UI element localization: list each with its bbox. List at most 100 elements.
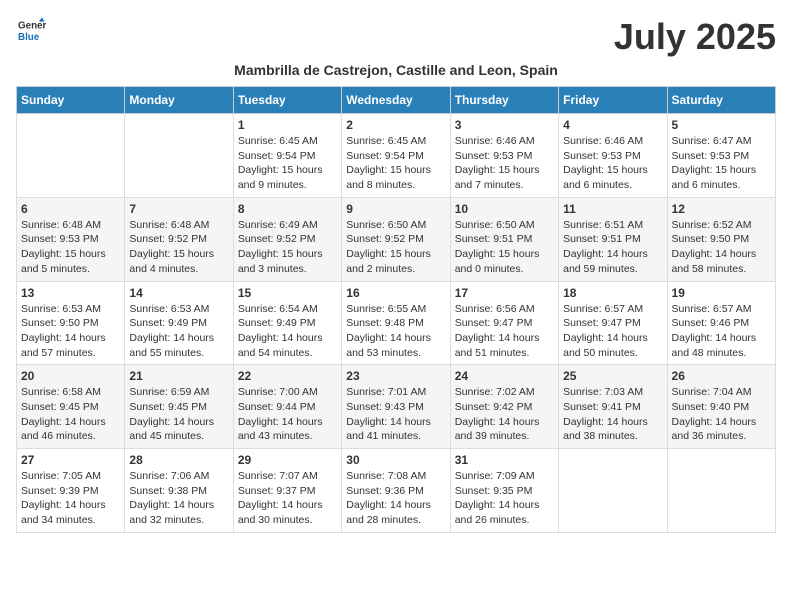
day-number: 12 [672, 202, 771, 216]
calendar-cell: 14 Sunrise: 6:53 AM Sunset: 9:49 PM Dayli… [125, 281, 233, 365]
calendar-week-3: 13Sunrise: 6:53 AM Sunset: 9:50 PM Dayli… [17, 281, 776, 365]
logo-icon: General Blue [18, 16, 46, 44]
calendar-cell [667, 449, 775, 533]
day-number: 5 [672, 118, 771, 132]
calendar-cell: 20 Sunrise: 6:58 AM Sunset: 9:45 PM Dayli… [17, 365, 125, 449]
calendar-cell [125, 114, 233, 198]
day-number: 18 [563, 286, 662, 300]
day-info: Sunrise: 7:05 AM Sunset: 9:39 PM Dayligh… [21, 469, 120, 528]
day-info: Sunrise: 6:57 AM Sunset: 9:46 PM Dayligh… [672, 302, 771, 361]
calendar-cell: 29 Sunrise: 7:07 AM Sunset: 9:37 PM Dayli… [233, 449, 341, 533]
calendar-cell: 23Sunrise: 7:01 AM Sunset: 9:43 PM Dayli… [342, 365, 450, 449]
day-number: 21 [129, 369, 228, 383]
day-info: Sunrise: 6:55 AM Sunset: 9:48 PM Dayligh… [346, 302, 445, 361]
day-info: Sunrise: 6:56 AM Sunset: 9:47 PM Dayligh… [455, 302, 554, 361]
calendar-cell: 5 Sunrise: 6:47 AM Sunset: 9:53 PM Daylig… [667, 114, 775, 198]
calendar-cell: 4 Sunrise: 6:46 AM Sunset: 9:53 PM Daylig… [559, 114, 667, 198]
calendar-cell [17, 114, 125, 198]
day-info: Sunrise: 7:06 AM Sunset: 9:38 PM Dayligh… [129, 469, 228, 528]
calendar-cell: 12 Sunrise: 6:52 AM Sunset: 9:50 PM Dayli… [667, 197, 775, 281]
day-number: 26 [672, 369, 771, 383]
calendar-cell: 3 Sunrise: 6:46 AM Sunset: 9:53 PM Daylig… [450, 114, 558, 198]
calendar-cell: 7 Sunrise: 6:48 AM Sunset: 9:52 PM Daylig… [125, 197, 233, 281]
day-number: 25 [563, 369, 662, 383]
day-info: Sunrise: 7:02 AM Sunset: 9:42 PM Dayligh… [455, 385, 554, 444]
day-info: Sunrise: 6:45 AM Sunset: 9:54 PM Dayligh… [238, 134, 337, 193]
day-number: 22 [238, 369, 337, 383]
calendar-cell: 8 Sunrise: 6:49 AM Sunset: 9:52 PM Daylig… [233, 197, 341, 281]
day-info: Sunrise: 6:46 AM Sunset: 9:53 PM Dayligh… [563, 134, 662, 193]
day-number: 29 [238, 453, 337, 467]
calendar-week-2: 6 Sunrise: 6:48 AM Sunset: 9:53 PM Daylig… [17, 197, 776, 281]
day-info: Sunrise: 6:53 AM Sunset: 9:50 PM Dayligh… [21, 302, 120, 361]
day-number: 14 [129, 286, 228, 300]
day-number: 19 [672, 286, 771, 300]
day-header-tuesday: Tuesday [233, 87, 341, 114]
day-info: Sunrise: 6:49 AM Sunset: 9:52 PM Dayligh… [238, 218, 337, 277]
day-info: Sunrise: 6:46 AM Sunset: 9:53 PM Dayligh… [455, 134, 554, 193]
calendar-cell: 26 Sunrise: 7:04 AM Sunset: 9:40 PM Dayli… [667, 365, 775, 449]
calendar-week-4: 20 Sunrise: 6:58 AM Sunset: 9:45 PM Dayli… [17, 365, 776, 449]
day-info: Sunrise: 6:50 AM Sunset: 9:51 PM Dayligh… [455, 218, 554, 277]
calendar-cell: 11Sunrise: 6:51 AM Sunset: 9:51 PM Dayli… [559, 197, 667, 281]
day-info: Sunrise: 6:58 AM Sunset: 9:45 PM Dayligh… [21, 385, 120, 444]
day-header-sunday: Sunday [17, 87, 125, 114]
day-number: 31 [455, 453, 554, 467]
calendar-header-row: SundayMondayTuesdayWednesdayThursdayFrid… [17, 87, 776, 114]
logo: General Blue [16, 16, 46, 49]
calendar-week-1: 1 Sunrise: 6:45 AM Sunset: 9:54 PM Daylig… [17, 114, 776, 198]
day-header-wednesday: Wednesday [342, 87, 450, 114]
day-info: Sunrise: 7:01 AM Sunset: 9:43 PM Dayligh… [346, 385, 445, 444]
calendar-table: SundayMondayTuesdayWednesdayThursdayFrid… [16, 86, 776, 533]
day-info: Sunrise: 7:03 AM Sunset: 9:41 PM Dayligh… [563, 385, 662, 444]
day-info: Sunrise: 7:00 AM Sunset: 9:44 PM Dayligh… [238, 385, 337, 444]
calendar-cell: 30Sunrise: 7:08 AM Sunset: 9:36 PM Dayli… [342, 449, 450, 533]
calendar-cell: 21 Sunrise: 6:59 AM Sunset: 9:45 PM Dayli… [125, 365, 233, 449]
day-info: Sunrise: 6:52 AM Sunset: 9:50 PM Dayligh… [672, 218, 771, 277]
calendar-cell: 19 Sunrise: 6:57 AM Sunset: 9:46 PM Dayli… [667, 281, 775, 365]
day-info: Sunrise: 7:04 AM Sunset: 9:40 PM Dayligh… [672, 385, 771, 444]
calendar-cell: 2 Sunrise: 6:45 AM Sunset: 9:54 PM Daylig… [342, 114, 450, 198]
calendar-cell: 15Sunrise: 6:54 AM Sunset: 9:49 PM Dayli… [233, 281, 341, 365]
day-number: 9 [346, 202, 445, 216]
day-info: Sunrise: 6:47 AM Sunset: 9:53 PM Dayligh… [672, 134, 771, 193]
day-number: 11 [563, 202, 662, 216]
calendar-cell: 9 Sunrise: 6:50 AM Sunset: 9:52 PM Daylig… [342, 197, 450, 281]
svg-text:General: General [18, 21, 46, 32]
calendar-cell: 1 Sunrise: 6:45 AM Sunset: 9:54 PM Daylig… [233, 114, 341, 198]
calendar-subtitle: Mambrilla de Castrejon, Castille and Leo… [16, 62, 776, 78]
day-header-saturday: Saturday [667, 87, 775, 114]
day-number: 7 [129, 202, 228, 216]
day-number: 1 [238, 118, 337, 132]
day-info: Sunrise: 6:59 AM Sunset: 9:45 PM Dayligh… [129, 385, 228, 444]
day-number: 4 [563, 118, 662, 132]
day-info: Sunrise: 6:45 AM Sunset: 9:54 PM Dayligh… [346, 134, 445, 193]
calendar-body: 1 Sunrise: 6:45 AM Sunset: 9:54 PM Daylig… [17, 114, 776, 533]
calendar-week-5: 27 Sunrise: 7:05 AM Sunset: 9:39 PM Dayli… [17, 449, 776, 533]
header: General Blue July 2025 [16, 16, 776, 58]
calendar-cell: 13Sunrise: 6:53 AM Sunset: 9:50 PM Dayli… [17, 281, 125, 365]
calendar-cell: 31Sunrise: 7:09 AM Sunset: 9:35 PM Dayli… [450, 449, 558, 533]
calendar-cell: 17 Sunrise: 6:56 AM Sunset: 9:47 PM Dayli… [450, 281, 558, 365]
day-number: 24 [455, 369, 554, 383]
day-number: 17 [455, 286, 554, 300]
day-header-monday: Monday [125, 87, 233, 114]
day-info: Sunrise: 6:53 AM Sunset: 9:49 PM Dayligh… [129, 302, 228, 361]
calendar-cell: 18Sunrise: 6:57 AM Sunset: 9:47 PM Dayli… [559, 281, 667, 365]
day-info: Sunrise: 6:48 AM Sunset: 9:52 PM Dayligh… [129, 218, 228, 277]
day-number: 2 [346, 118, 445, 132]
day-info: Sunrise: 6:48 AM Sunset: 9:53 PM Dayligh… [21, 218, 120, 277]
day-info: Sunrise: 6:54 AM Sunset: 9:49 PM Dayligh… [238, 302, 337, 361]
calendar-cell: 27 Sunrise: 7:05 AM Sunset: 9:39 PM Dayli… [17, 449, 125, 533]
day-number: 30 [346, 453, 445, 467]
month-title: July 2025 [614, 16, 776, 58]
calendar-cell: 24 Sunrise: 7:02 AM Sunset: 9:42 PM Dayli… [450, 365, 558, 449]
day-info: Sunrise: 7:07 AM Sunset: 9:37 PM Dayligh… [238, 469, 337, 528]
day-info: Sunrise: 6:50 AM Sunset: 9:52 PM Dayligh… [346, 218, 445, 277]
day-number: 3 [455, 118, 554, 132]
calendar-cell: 6 Sunrise: 6:48 AM Sunset: 9:53 PM Daylig… [17, 197, 125, 281]
day-number: 27 [21, 453, 120, 467]
day-number: 8 [238, 202, 337, 216]
day-number: 20 [21, 369, 120, 383]
day-number: 6 [21, 202, 120, 216]
